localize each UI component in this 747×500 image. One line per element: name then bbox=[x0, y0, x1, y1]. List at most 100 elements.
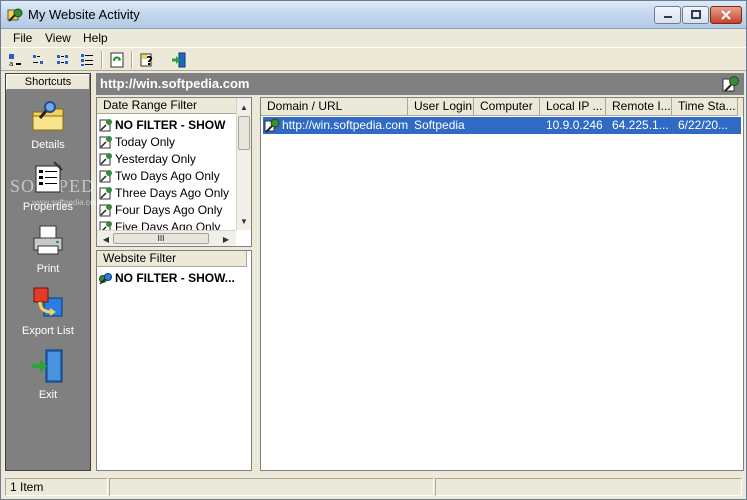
date-filter-item[interactable]: Four Days Ago Only bbox=[99, 201, 222, 218]
list-header: Domain / URL User Login Computer Local I… bbox=[261, 98, 743, 116]
properties-icon bbox=[35, 161, 63, 193]
column-remote-ip[interactable]: Remote I... bbox=[606, 98, 672, 116]
minimize-icon bbox=[663, 16, 672, 18]
maximize-icon bbox=[690, 10, 701, 19]
status-panel-3 bbox=[435, 478, 742, 496]
date-filter-item[interactable]: Today Only bbox=[99, 133, 175, 150]
shortcut-print[interactable]: Print bbox=[6, 222, 90, 275]
date-filter-item[interactable]: Five Days Ago Only bbox=[99, 218, 220, 230]
address-url: http://win.softpedia.com bbox=[100, 76, 250, 91]
small-icons-button[interactable] bbox=[29, 50, 49, 70]
website-icon bbox=[264, 118, 280, 133]
column-domain-url[interactable]: Domain / URL bbox=[261, 98, 408, 116]
website-filter-header[interactable]: Website Filter bbox=[97, 251, 247, 267]
website-filter-item[interactable]: NO FILTER - SHOW... bbox=[99, 269, 235, 286]
toolbar-separator bbox=[101, 51, 103, 69]
menu-help[interactable]: Help bbox=[81, 29, 110, 47]
close-button[interactable] bbox=[710, 6, 742, 24]
address-bar: http://win.softpedia.com bbox=[96, 73, 744, 95]
help-button[interactable]: ? bbox=[137, 50, 157, 70]
exit-icon bbox=[172, 52, 186, 68]
shortcut-export-list-label: Export List bbox=[22, 325, 74, 337]
cell-computer bbox=[480, 117, 542, 134]
large-icons-button[interactable]: a bbox=[5, 50, 25, 70]
exit-toolbar-button[interactable] bbox=[169, 50, 189, 70]
shortcut-properties-label: Properties bbox=[22, 201, 74, 213]
shortcut-details-label: Details bbox=[31, 139, 65, 151]
date-range-filter-header[interactable]: Date Range Filter bbox=[97, 98, 237, 114]
print-icon bbox=[33, 225, 63, 255]
date-filter-vscroll[interactable]: ▲ ▼ bbox=[236, 98, 251, 230]
website-filter-panel: Website Filter NO FILTER - SHOW... bbox=[96, 250, 252, 471]
hscroll-thumb[interactable]: III bbox=[113, 233, 209, 244]
status-item-count: 1 Item bbox=[5, 478, 108, 496]
shortcut-export-list[interactable]: Export List bbox=[6, 284, 90, 337]
svg-text:a: a bbox=[9, 60, 13, 67]
cell-remote-ip: 64.225.1... bbox=[612, 118, 669, 132]
details-view-icon bbox=[81, 54, 93, 66]
application-window: My Website Activity File View Help a ? S… bbox=[0, 0, 747, 500]
refresh-icon bbox=[110, 52, 124, 68]
column-local-ip[interactable]: Local IP ... bbox=[540, 98, 606, 116]
table-row[interactable]: http://win.softpedia.com Softpedia 10.9.… bbox=[263, 117, 741, 134]
title-bar[interactable]: My Website Activity bbox=[1, 1, 746, 29]
help-icon: ? bbox=[140, 53, 153, 68]
scroll-down-arrow-icon[interactable]: ▼ bbox=[237, 214, 251, 228]
toolbar-separator bbox=[131, 51, 133, 69]
date-filter-item[interactable]: NO FILTER - SHOW bbox=[99, 116, 225, 133]
scroll-up-arrow-icon[interactable]: ▲ bbox=[237, 100, 251, 114]
date-filter-hscroll[interactable]: ◀ III ▶ bbox=[97, 230, 236, 246]
date-filter-clip: Five Days Ago Only bbox=[97, 218, 235, 230]
calendar-icon bbox=[99, 220, 112, 230]
cell-local-ip: 10.9.0.246 bbox=[546, 118, 603, 132]
shortcut-exit-label: Exit bbox=[38, 389, 58, 401]
calendar-icon bbox=[99, 169, 112, 182]
exit-door-icon bbox=[32, 349, 63, 383]
svg-text:?: ? bbox=[146, 54, 153, 68]
app-icon bbox=[7, 8, 23, 22]
column-computer[interactable]: Computer bbox=[474, 98, 540, 116]
list-view-icon bbox=[57, 55, 68, 64]
cell-time-stamp: 6/22/20... bbox=[678, 118, 729, 132]
shortcuts-header: Shortcuts bbox=[6, 74, 90, 90]
shortcut-details[interactable]: Details bbox=[6, 98, 90, 151]
close-icon bbox=[721, 10, 731, 20]
website-activity-icon bbox=[722, 76, 739, 92]
maximize-button[interactable] bbox=[682, 6, 709, 24]
shortcut-exit[interactable]: Exit bbox=[6, 348, 90, 401]
scroll-right-arrow-icon[interactable]: ▶ bbox=[219, 232, 233, 246]
toolbar: a ? bbox=[1, 47, 746, 71]
website-group-icon bbox=[99, 272, 112, 285]
details-view-button[interactable] bbox=[77, 50, 97, 70]
calendar-icon bbox=[99, 186, 112, 199]
shortcuts-panel: Shortcuts SOFTPEDIA www.softpedia.com De… bbox=[5, 73, 115, 471]
menu-file[interactable]: File bbox=[11, 29, 34, 47]
calendar-icon bbox=[99, 135, 112, 148]
date-filter-item[interactable]: Yesterday Only bbox=[99, 150, 196, 167]
refresh-button[interactable] bbox=[107, 50, 127, 70]
column-time-stamp[interactable]: Time Sta... bbox=[672, 98, 738, 116]
activity-list: Domain / URL User Login Computer Local I… bbox=[260, 97, 744, 471]
calendar-icon bbox=[99, 203, 112, 216]
list-view-button[interactable] bbox=[53, 50, 73, 70]
calendar-icon bbox=[99, 152, 112, 165]
calendar-icon bbox=[99, 118, 112, 131]
large-icons-icon: a bbox=[9, 54, 21, 67]
window-title: My Website Activity bbox=[28, 7, 140, 22]
menu-view[interactable]: View bbox=[43, 29, 73, 47]
vscroll-thumb[interactable] bbox=[238, 116, 250, 150]
date-filter-item[interactable]: Two Days Ago Only bbox=[99, 167, 220, 184]
export-list-icon bbox=[33, 287, 63, 317]
shortcut-properties[interactable]: Properties bbox=[6, 160, 90, 213]
status-bar: 1 Item bbox=[1, 475, 746, 499]
minimize-button[interactable] bbox=[654, 6, 681, 24]
scroll-left-arrow-icon[interactable]: ◀ bbox=[99, 232, 113, 246]
menu-bar: File View Help bbox=[1, 29, 746, 47]
cell-domain: http://win.softpedia.com bbox=[282, 118, 408, 132]
cell-user-login: Softpedia bbox=[414, 118, 465, 132]
date-range-filter-panel: Date Range Filter NO FILTER - SHOW Today… bbox=[96, 97, 252, 247]
column-user-login[interactable]: User Login bbox=[408, 98, 474, 116]
details-icon bbox=[32, 101, 64, 131]
small-icons-icon bbox=[33, 55, 43, 64]
date-filter-item[interactable]: Three Days Ago Only bbox=[99, 184, 229, 201]
